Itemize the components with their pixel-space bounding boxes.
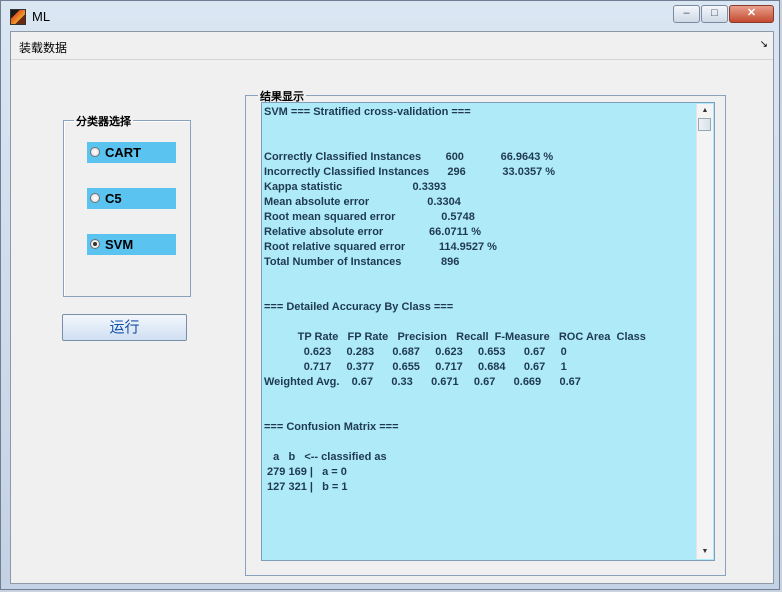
radio-label: CART: [105, 145, 142, 160]
result-line: Correctly Classified Instances 600 66.96…: [264, 151, 554, 163]
result-line: 0.623 0.283 0.687 0.623 0.653 0.67 0: [264, 346, 567, 358]
result-line: [264, 405, 696, 420]
minimize-button[interactable]: –: [673, 5, 700, 23]
result-line: Mean absolute error 0.3304: [264, 196, 461, 208]
result-line: [264, 525, 696, 540]
result-line: [264, 540, 696, 555]
radio-selected-icon[interactable]: [90, 239, 100, 249]
results-text: SVM === Stratified cross-validation === C…: [264, 105, 696, 560]
results-textbox[interactable]: SVM === Stratified cross-validation === C…: [261, 102, 715, 561]
radio-label: SVM: [105, 237, 134, 252]
classifier-panel-title: 分类器选择: [74, 113, 133, 129]
maximize-button[interactable]: □: [701, 5, 728, 23]
matlab-icon: [10, 9, 26, 25]
app-window: ML – □ ✕ 装载数据 ↘ 分类器选择 CART C5 SVM 运行 结果显…: [0, 0, 780, 590]
classifier-panel: 分类器选择 CART C5 SVM: [63, 113, 191, 297]
result-line: [264, 435, 696, 450]
radio-circle-icon[interactable]: [90, 193, 100, 203]
result-line: TP Rate FP Rate Precision Recall F-Measu…: [264, 331, 646, 343]
result-line: [264, 315, 696, 330]
result-line: [264, 390, 696, 405]
result-line: [264, 495, 696, 510]
result-line: 127 321 | b = 1: [264, 481, 348, 493]
results-panel: 结果显示 SVM === Stratified cross-validation…: [245, 88, 726, 576]
result-line: Weighted Avg. 0.67 0.33 0.671 0.67 0.669…: [264, 376, 581, 388]
radio-circle-icon[interactable]: [90, 147, 100, 157]
radio-cart[interactable]: CART: [87, 142, 176, 163]
vertical-scrollbar[interactable]: ▲ ▼: [696, 104, 713, 559]
result-line: [264, 510, 696, 525]
result-line: Root mean squared error 0.5748: [264, 211, 475, 223]
result-line: [264, 135, 696, 150]
result-line: Incorrectly Classified Instances 296 33.…: [264, 166, 556, 178]
menu-bar: 装载数据 ↘: [11, 32, 773, 60]
menu-arrow-icon: ↘: [759, 39, 768, 50]
result-line: [264, 270, 696, 285]
scroll-up-icon[interactable]: ▲: [697, 104, 713, 118]
result-line: Kappa statistic 0.3393: [264, 181, 447, 193]
close-button[interactable]: ✕: [729, 5, 774, 23]
result-line: 0.717 0.377 0.655 0.717 0.684 0.67 1: [264, 361, 567, 373]
radio-svm[interactable]: SVM: [87, 234, 176, 255]
result-line: SVM === Stratified cross-validation ===: [264, 106, 471, 118]
radio-c5[interactable]: C5: [87, 188, 176, 209]
result-line: a b <-- classified as: [264, 451, 387, 463]
client-area: 装载数据 ↘ 分类器选择 CART C5 SVM 运行 结果显示 SVM ===…: [10, 31, 774, 584]
result-line: [264, 120, 696, 135]
result-line: 279 169 | a = 0: [264, 466, 347, 478]
result-line: === Confusion Matrix ===: [264, 421, 399, 433]
title-bar[interactable]: ML – □ ✕: [1, 1, 781, 31]
scroll-thumb[interactable]: [698, 118, 711, 131]
window-title: ML: [32, 9, 51, 24]
result-line: [264, 285, 696, 300]
result-line: === Detailed Accuracy By Class ===: [264, 301, 454, 313]
result-line: Relative absolute error 66.0711 %: [264, 226, 482, 238]
radio-label: C5: [105, 191, 122, 206]
result-line: Root relative squared error 114.9527 %: [264, 241, 497, 253]
scroll-down-icon[interactable]: ▼: [697, 545, 713, 559]
result-line: [264, 555, 696, 560]
menu-item-load-data[interactable]: 装载数据: [19, 39, 67, 56]
result-line: Total Number of Instances 896: [264, 256, 460, 268]
run-button[interactable]: 运行: [62, 314, 187, 341]
